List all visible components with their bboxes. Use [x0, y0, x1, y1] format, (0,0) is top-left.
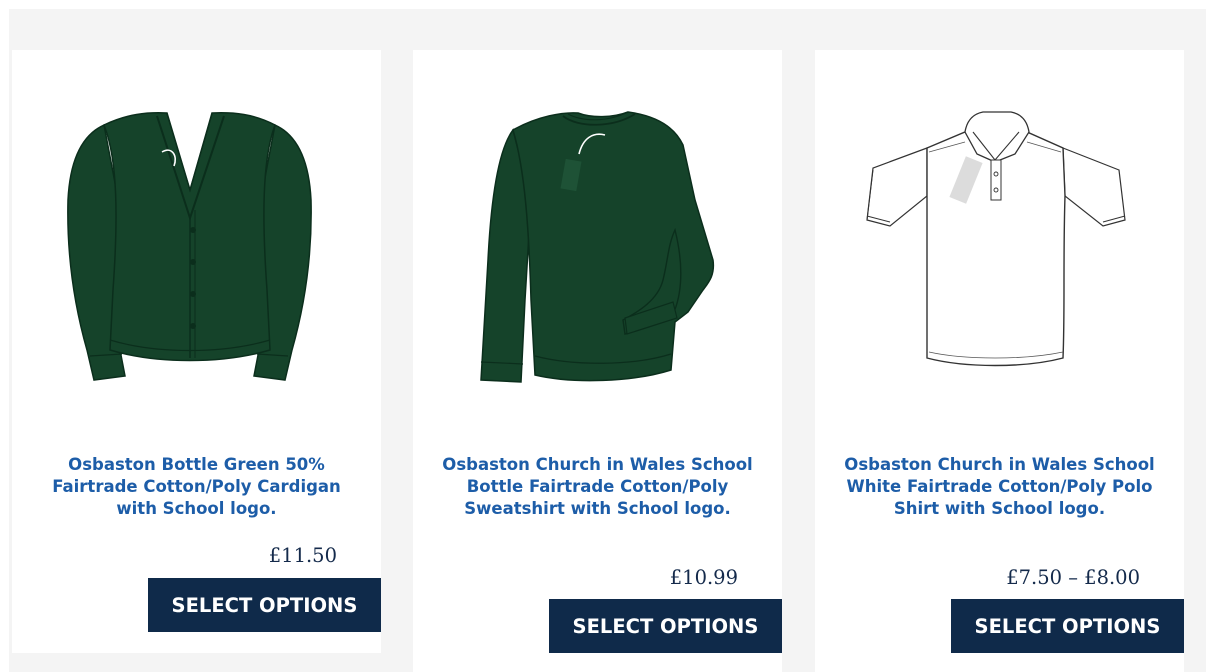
- product-image-polo-shirt[interactable]: [815, 50, 1184, 445]
- green-cardigan-image: [67, 112, 312, 381]
- product-title[interactable]: Osbaston Bottle Green 50% Fairtrade Cott…: [34, 454, 359, 520]
- select-options-button[interactable]: SELECT OPTIONS: [549, 599, 782, 653]
- product-price: £7.50 – £8.00: [1006, 566, 1140, 589]
- product-price: £11.50: [268, 544, 337, 567]
- white-polo-shirt-image: [866, 111, 1126, 367]
- product-price: £10.99: [669, 566, 738, 589]
- product-image-cardigan[interactable]: [12, 50, 381, 445]
- product-title[interactable]: Osbaston Church in Wales School White Fa…: [837, 454, 1162, 520]
- select-options-button[interactable]: SELECT OPTIONS: [951, 599, 1184, 653]
- select-options-button[interactable]: SELECT OPTIONS: [148, 578, 381, 632]
- product-card: Osbaston Bottle Green 50% Fairtrade Cott…: [12, 50, 381, 653]
- green-sweatshirt-image: [480, 111, 715, 383]
- product-title[interactable]: Osbaston Church in Wales School Bottle F…: [435, 454, 760, 520]
- product-card: Osbaston Church in Wales School Bottle F…: [413, 50, 782, 672]
- product-card: Osbaston Church in Wales School White Fa…: [815, 50, 1184, 672]
- product-image-sweatshirt[interactable]: [413, 50, 782, 445]
